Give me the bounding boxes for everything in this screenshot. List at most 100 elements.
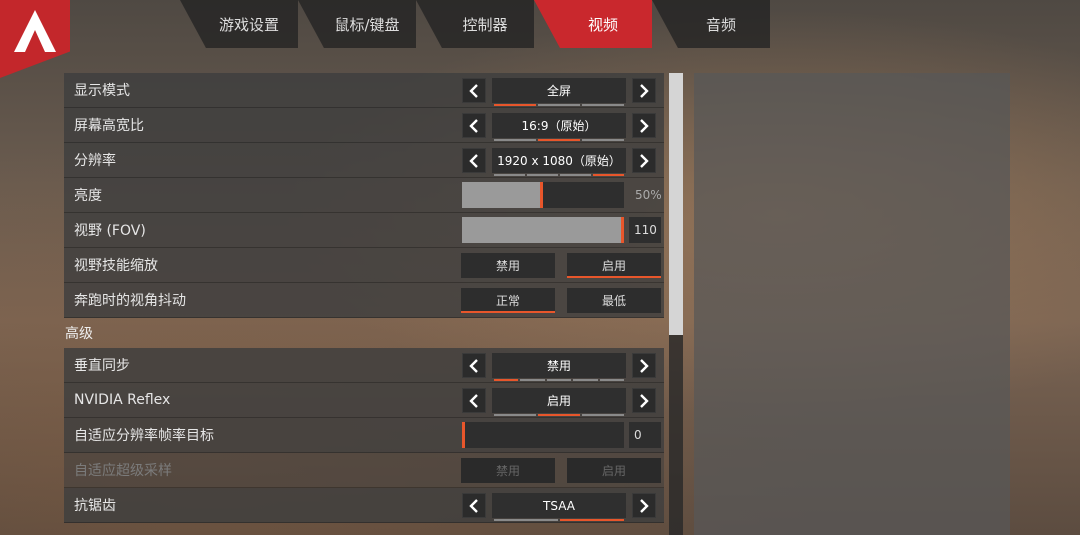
setting-label: 视野技能缩放 (74, 258, 158, 274)
previous-option-button[interactable] (462, 148, 486, 173)
slider-fill (462, 217, 624, 243)
anti-aliasing-selector: TSAA (462, 493, 656, 521)
apex-logo (0, 0, 70, 78)
setting-label: 自适应超级采样 (74, 463, 172, 479)
adaptive-resolution-value-field[interactable]: 0 (629, 422, 661, 448)
chevron-left-icon (469, 498, 478, 513)
disable-button[interactable]: 禁用 (461, 253, 555, 278)
settings-scrollbar[interactable] (669, 73, 683, 535)
minimal-button[interactable]: 最低 (567, 288, 661, 313)
setting-label: 亮度 (74, 188, 102, 204)
setting-row-sprint-view-shake: 奔跑时的视角抖动 正常 最低 (64, 283, 664, 318)
next-option-button[interactable] (632, 78, 656, 103)
brightness-slider[interactable] (462, 182, 624, 208)
option-indicator (494, 104, 624, 106)
chevron-right-icon (640, 358, 649, 373)
option-indicator (494, 379, 625, 381)
chevron-right-icon (640, 118, 649, 133)
aspect-ratio-selector: 16:9（原始） (462, 113, 656, 141)
settings-tabs: 游戏设置 鼠标/键盘 控制器 视频 音频 (180, 0, 770, 48)
enable-button[interactable]: 启用 (567, 253, 661, 278)
slider-fill (462, 182, 543, 208)
nvidia-reflex-value: 启用 (492, 388, 626, 416)
previous-option-button[interactable] (462, 493, 486, 518)
tab-controller[interactable]: 控制器 (416, 0, 534, 48)
option-indicator (494, 414, 624, 416)
next-option-button[interactable] (632, 353, 656, 378)
fov-ability-scaling-toggle: 禁用 启用 (461, 253, 661, 278)
apex-logo-icon (14, 10, 56, 52)
setting-label: NVIDIA Reflex (74, 392, 171, 408)
chevron-right-icon (640, 83, 649, 98)
chevron-right-icon (640, 393, 649, 408)
setting-row-adaptive-resolution-target: 自适应分辨率帧率目标 0 (64, 418, 664, 453)
tab-audio[interactable]: 音频 (652, 0, 770, 48)
display-mode-selector: 全屏 (462, 78, 656, 106)
tab-gameplay[interactable]: 游戏设置 (180, 0, 298, 48)
setting-label: 垂直同步 (74, 358, 130, 374)
next-option-button[interactable] (632, 388, 656, 413)
next-option-button[interactable] (632, 493, 656, 518)
anti-aliasing-value: TSAA (492, 493, 626, 521)
setting-row-anti-aliasing: 抗锯齿 TSAA (64, 488, 664, 523)
chevron-right-icon (640, 153, 649, 168)
chevron-left-icon (469, 358, 478, 373)
previous-option-button[interactable] (462, 78, 486, 103)
sprint-view-shake-toggle: 正常 最低 (461, 288, 661, 313)
fov-value-field[interactable]: 110 (629, 217, 661, 243)
setting-label: 分辨率 (74, 153, 116, 169)
setting-row-resolution: 分辨率 1920 x 1080（原始） (64, 143, 664, 178)
slider-handle[interactable] (462, 422, 465, 448)
aspect-ratio-value: 16:9（原始） (492, 113, 626, 141)
adaptive-supersampling-toggle: 禁用 启用 (461, 458, 661, 483)
previous-option-button[interactable] (462, 113, 486, 138)
vsync-selector: 禁用 (462, 353, 656, 381)
setting-label: 自适应分辨率帧率目标 (74, 428, 214, 444)
chevron-left-icon (469, 83, 478, 98)
setting-label: 奔跑时的视角抖动 (74, 293, 186, 309)
next-option-button[interactable] (632, 113, 656, 138)
setting-row-nvidia-reflex: NVIDIA Reflex 启用 (64, 383, 664, 418)
video-settings-panel: 显示模式 全屏 屏幕高宽比 16:9（原始） 分辨率 1920 x 1080（原… (64, 73, 664, 523)
next-option-button[interactable] (632, 148, 656, 173)
setting-row-adaptive-supersampling: 自适应超级采样 禁用 启用 (64, 453, 664, 488)
brightness-value: 50% (635, 188, 662, 202)
setting-row-aspect-ratio: 屏幕高宽比 16:9（原始） (64, 108, 664, 143)
previous-option-button[interactable] (462, 353, 486, 378)
tab-video[interactable]: 视频 (534, 0, 652, 48)
chevron-left-icon (469, 118, 478, 133)
setting-label: 抗锯齿 (74, 498, 116, 514)
slider-handle[interactable] (621, 217, 624, 243)
chevron-right-icon (640, 498, 649, 513)
setting-label: 视野 (FOV) (74, 223, 146, 239)
option-indicator (494, 519, 624, 521)
chevron-left-icon (469, 393, 478, 408)
tab-mouse-keyboard[interactable]: 鼠标/键盘 (298, 0, 416, 48)
setting-row-fov: 视野 (FOV) 110 (64, 213, 664, 248)
setting-row-fov-ability-scaling: 视野技能缩放 禁用 启用 (64, 248, 664, 283)
scrollbar-thumb[interactable] (669, 73, 683, 335)
option-indicator (494, 174, 624, 176)
chevron-left-icon (469, 153, 478, 168)
nvidia-reflex-selector: 启用 (462, 388, 656, 416)
setting-description-panel (694, 73, 1010, 535)
setting-row-brightness: 亮度 50% (64, 178, 664, 213)
disable-button: 禁用 (461, 458, 555, 483)
top-navigation: 游戏设置 鼠标/键盘 控制器 视频 音频 (0, 0, 1080, 78)
previous-option-button[interactable] (462, 388, 486, 413)
resolution-value: 1920 x 1080（原始） (492, 148, 626, 176)
advanced-section-title: 高级 (65, 326, 93, 342)
setting-row-vsync: 垂直同步 禁用 (64, 348, 664, 383)
vsync-value: 禁用 (492, 353, 626, 381)
enable-button: 启用 (567, 458, 661, 483)
slider-handle[interactable] (540, 182, 543, 208)
option-indicator (494, 139, 624, 141)
setting-label: 显示模式 (74, 83, 130, 99)
fov-slider[interactable] (462, 217, 624, 243)
resolution-selector: 1920 x 1080（原始） (462, 148, 656, 176)
adaptive-resolution-slider[interactable] (462, 422, 624, 448)
setting-label: 屏幕高宽比 (74, 118, 144, 134)
normal-button[interactable]: 正常 (461, 288, 555, 313)
setting-row-display-mode: 显示模式 全屏 (64, 73, 664, 108)
display-mode-value: 全屏 (492, 78, 626, 106)
